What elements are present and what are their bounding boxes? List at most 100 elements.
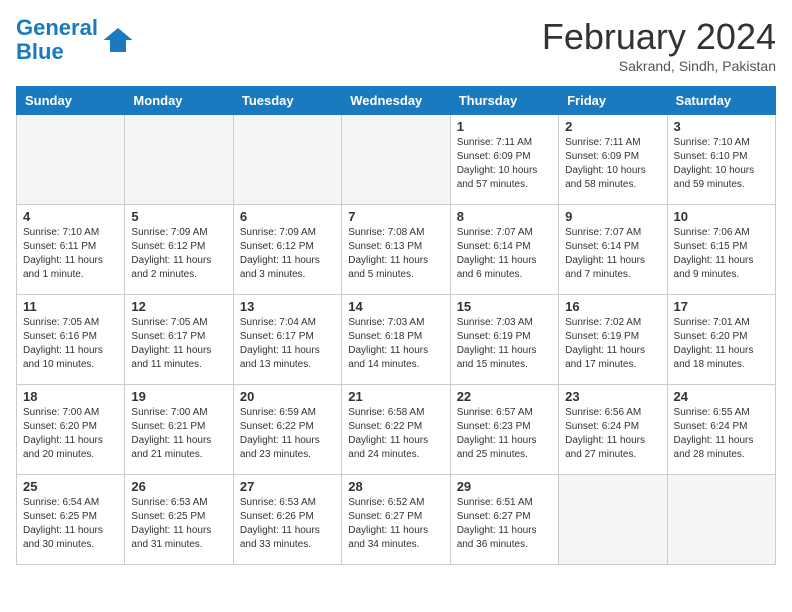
day-info: Sunrise: 7:00 AMSunset: 6:20 PMDaylight:… (23, 406, 118, 462)
calendar-cell (233, 115, 341, 205)
day-info: Sunrise: 7:03 AMSunset: 6:19 PMDaylight:… (457, 316, 552, 372)
day-number: 11 (23, 299, 118, 314)
day-info: Sunrise: 7:11 AMSunset: 6:09 PMDaylight:… (565, 136, 660, 192)
calendar-cell: 23Sunrise: 6:56 AMSunset: 6:24 PMDayligh… (559, 385, 667, 475)
calendar-cell (559, 475, 667, 565)
day-info: Sunrise: 7:11 AMSunset: 6:09 PMDaylight:… (457, 136, 552, 192)
day-info: Sunrise: 6:56 AMSunset: 6:24 PMDaylight:… (565, 406, 660, 462)
calendar-cell: 9 Sunrise: 7:07 AMSunset: 6:14 PMDaylight… (559, 205, 667, 295)
day-number: 24 (674, 389, 769, 404)
calendar-cell: 16 Sunrise: 7:02 AMSunset: 6:19 PMDayligh… (559, 295, 667, 385)
calendar-week-row: 11 Sunrise: 7:05 AMSunset: 6:16 PMDayligh… (17, 295, 776, 385)
location: Sakrand, Sindh, Pakistan (542, 58, 776, 74)
calendar-cell: 15 Sunrise: 7:03 AMSunset: 6:19 PMDayligh… (450, 295, 558, 385)
calendar-cell: 25Sunrise: 6:54 AMSunset: 6:25 PMDayligh… (17, 475, 125, 565)
day-number: 8 (457, 209, 552, 224)
logo-icon (102, 24, 134, 56)
day-info: Sunrise: 6:51 AMSunset: 6:27 PMDaylight:… (457, 496, 552, 552)
day-number: 20 (240, 389, 335, 404)
day-info: Sunrise: 7:08 AMSunset: 6:13 PMDaylight:… (348, 226, 443, 282)
day-info: Sunrise: 7:10 AMSunset: 6:11 PMDaylight:… (23, 226, 118, 282)
calendar-cell: 28Sunrise: 6:52 AMSunset: 6:27 PMDayligh… (342, 475, 450, 565)
day-number: 16 (565, 299, 660, 314)
calendar-cell: 20 Sunrise: 6:59 AMSunset: 6:22 PMDayligh… (233, 385, 341, 475)
month-title: February 2024 (542, 16, 776, 58)
day-info: Sunrise: 7:01 AMSunset: 6:20 PMDaylight:… (674, 316, 769, 372)
calendar-cell (125, 115, 233, 205)
day-info: Sunrise: 6:53 AMSunset: 6:26 PMDaylight:… (240, 496, 335, 552)
day-number: 15 (457, 299, 552, 314)
day-number: 1 (457, 119, 552, 134)
day-info: Sunrise: 7:05 AMSunset: 6:17 PMDaylight:… (131, 316, 226, 372)
calendar-week-row: 25Sunrise: 6:54 AMSunset: 6:25 PMDayligh… (17, 475, 776, 565)
calendar-week-row: 18 Sunrise: 7:00 AMSunset: 6:20 PMDayligh… (17, 385, 776, 475)
weekday-header: Tuesday (233, 87, 341, 115)
calendar-cell: 5 Sunrise: 7:09 AMSunset: 6:12 PMDaylight… (125, 205, 233, 295)
weekday-header: Friday (559, 87, 667, 115)
day-info: Sunrise: 7:07 AMSunset: 6:14 PMDaylight:… (565, 226, 660, 282)
day-info: Sunrise: 7:04 AMSunset: 6:17 PMDaylight:… (240, 316, 335, 372)
weekday-header: Monday (125, 87, 233, 115)
calendar-cell: 11 Sunrise: 7:05 AMSunset: 6:16 PMDayligh… (17, 295, 125, 385)
calendar-cell: 1 Sunrise: 7:11 AMSunset: 6:09 PMDaylight… (450, 115, 558, 205)
day-info: Sunrise: 6:55 AMSunset: 6:24 PMDaylight:… (674, 406, 769, 462)
day-info: Sunrise: 7:09 AMSunset: 6:12 PMDaylight:… (131, 226, 226, 282)
calendar-week-row: 1 Sunrise: 7:11 AMSunset: 6:09 PMDaylight… (17, 115, 776, 205)
day-number: 14 (348, 299, 443, 314)
logo-text: GeneralBlue (16, 16, 98, 64)
day-number: 19 (131, 389, 226, 404)
weekday-header: Thursday (450, 87, 558, 115)
day-info: Sunrise: 6:58 AMSunset: 6:22 PMDaylight:… (348, 406, 443, 462)
day-number: 27 (240, 479, 335, 494)
day-number: 2 (565, 119, 660, 134)
day-info: Sunrise: 6:53 AMSunset: 6:25 PMDaylight:… (131, 496, 226, 552)
day-info: Sunrise: 6:52 AMSunset: 6:27 PMDaylight:… (348, 496, 443, 552)
day-info: Sunrise: 6:59 AMSunset: 6:22 PMDaylight:… (240, 406, 335, 462)
day-number: 18 (23, 389, 118, 404)
calendar-cell: 7 Sunrise: 7:08 AMSunset: 6:13 PMDaylight… (342, 205, 450, 295)
day-info: Sunrise: 6:54 AMSunset: 6:25 PMDaylight:… (23, 496, 118, 552)
day-info: Sunrise: 7:09 AMSunset: 6:12 PMDaylight:… (240, 226, 335, 282)
day-info: Sunrise: 7:05 AMSunset: 6:16 PMDaylight:… (23, 316, 118, 372)
calendar-cell: 14 Sunrise: 7:03 AMSunset: 6:18 PMDayligh… (342, 295, 450, 385)
calendar-week-row: 4 Sunrise: 7:10 AMSunset: 6:11 PMDaylight… (17, 205, 776, 295)
day-info: Sunrise: 7:03 AMSunset: 6:18 PMDaylight:… (348, 316, 443, 372)
day-number: 7 (348, 209, 443, 224)
calendar-header-row: SundayMondayTuesdayWednesdayThursdayFrid… (17, 87, 776, 115)
title-block: February 2024 Sakrand, Sindh, Pakistan (542, 16, 776, 74)
calendar-cell: 22 Sunrise: 6:57 AMSunset: 6:23 PMDayligh… (450, 385, 558, 475)
calendar-cell: 4 Sunrise: 7:10 AMSunset: 6:11 PMDaylight… (17, 205, 125, 295)
day-number: 13 (240, 299, 335, 314)
calendar-cell: 6 Sunrise: 7:09 AMSunset: 6:12 PMDaylight… (233, 205, 341, 295)
calendar-cell: 12Sunrise: 7:05 AMSunset: 6:17 PMDayligh… (125, 295, 233, 385)
day-info: Sunrise: 7:00 AMSunset: 6:21 PMDaylight:… (131, 406, 226, 462)
day-number: 9 (565, 209, 660, 224)
day-number: 6 (240, 209, 335, 224)
day-number: 4 (23, 209, 118, 224)
day-number: 17 (674, 299, 769, 314)
calendar-body: 1 Sunrise: 7:11 AMSunset: 6:09 PMDaylight… (17, 115, 776, 565)
day-number: 22 (457, 389, 552, 404)
calendar-cell (17, 115, 125, 205)
weekday-header: Saturday (667, 87, 775, 115)
calendar-cell: 27 Sunrise: 6:53 AMSunset: 6:26 PMDayligh… (233, 475, 341, 565)
day-info: Sunrise: 6:57 AMSunset: 6:23 PMDaylight:… (457, 406, 552, 462)
calendar-cell: 8 Sunrise: 7:07 AMSunset: 6:14 PMDaylight… (450, 205, 558, 295)
calendar-cell: 2 Sunrise: 7:11 AMSunset: 6:09 PMDaylight… (559, 115, 667, 205)
calendar-cell: 21 Sunrise: 6:58 AMSunset: 6:22 PMDayligh… (342, 385, 450, 475)
calendar-cell: 18 Sunrise: 7:00 AMSunset: 6:20 PMDayligh… (17, 385, 125, 475)
day-info: Sunrise: 7:07 AMSunset: 6:14 PMDaylight:… (457, 226, 552, 282)
weekday-header: Wednesday (342, 87, 450, 115)
calendar-cell: 26 Sunrise: 6:53 AMSunset: 6:25 PMDayligh… (125, 475, 233, 565)
day-info: Sunrise: 7:02 AMSunset: 6:19 PMDaylight:… (565, 316, 660, 372)
day-number: 21 (348, 389, 443, 404)
calendar-cell (342, 115, 450, 205)
calendar-cell: 29Sunrise: 6:51 AMSunset: 6:27 PMDayligh… (450, 475, 558, 565)
day-info: Sunrise: 7:10 AMSunset: 6:10 PMDaylight:… (674, 136, 769, 192)
weekday-header: Sunday (17, 87, 125, 115)
day-number: 5 (131, 209, 226, 224)
day-number: 26 (131, 479, 226, 494)
calendar-cell: 10Sunrise: 7:06 AMSunset: 6:15 PMDayligh… (667, 205, 775, 295)
page-header: GeneralBlue February 2024 Sakrand, Sindh… (16, 16, 776, 74)
calendar-cell: 13 Sunrise: 7:04 AMSunset: 6:17 PMDayligh… (233, 295, 341, 385)
